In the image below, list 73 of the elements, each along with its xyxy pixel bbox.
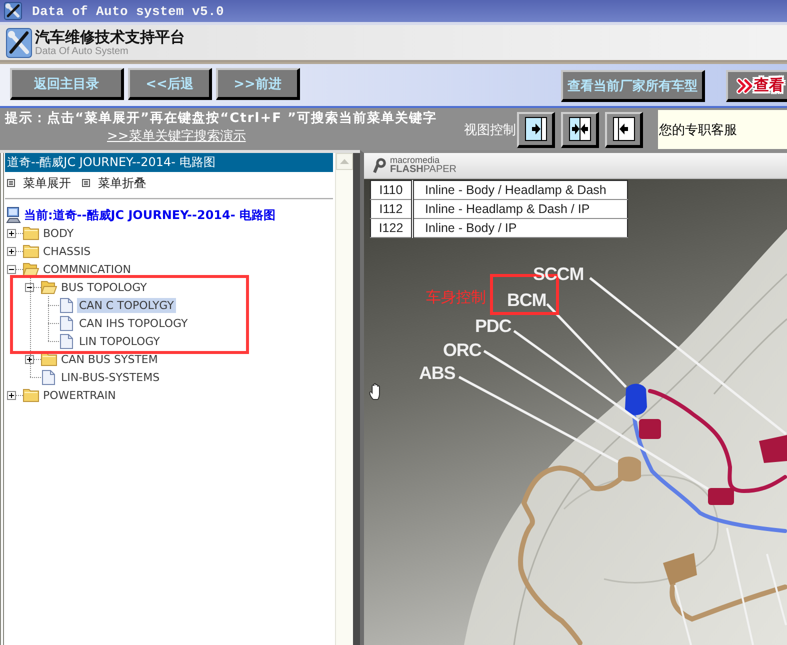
window-title: Data of Auto system v5.0 — [32, 4, 224, 18]
view-button[interactable] — [561, 112, 599, 148]
arrow-left-bar-icon — [612, 117, 634, 141]
open-folder-icon — [23, 262, 39, 276]
callout-label: ORC — [443, 341, 482, 359]
tree-item[interactable]: CAN C TOPOLYGY — [77, 298, 176, 312]
tree-root-label: 当前:道奇--酷威JC JOURNEY--2014- 电路图 — [24, 206, 276, 224]
tree-item[interactable]: CHASSIS — [41, 244, 93, 258]
hand-cursor-icon — [369, 383, 383, 400]
service-text: 您的专职客服 — [658, 122, 737, 138]
expand-toggle[interactable] — [7, 264, 16, 274]
connector-plug — [759, 435, 787, 463]
tree-item[interactable]: CAN IHS TOPOLOGY — [77, 316, 190, 330]
view-button[interactable] — [517, 112, 555, 148]
page-icon — [42, 370, 55, 384]
hint-text: 提示：点击“菜单展开”再在键盘按“Ctrl+F ”可搜索当前菜单关键字 — [5, 110, 438, 127]
open-folder-icon — [41, 280, 57, 294]
double-chevron-icon — [736, 78, 754, 94]
connector-plug — [618, 456, 641, 482]
view-button[interactable] — [605, 112, 643, 148]
tree-item[interactable]: LIN TOPOLOGY — [77, 334, 162, 348]
table-cell: I112 — [370, 200, 412, 218]
list-icon — [7, 179, 15, 187]
callout-label: SCCM — [533, 265, 584, 283]
table-cell: I122 — [370, 218, 412, 238]
wrench-screwdriver-icon — [4, 2, 22, 20]
tree-item[interactable]: CAN BUS SYSTEM — [59, 352, 160, 366]
app-title: 汽车维修技术支持平台 — [35, 28, 185, 46]
expand-toggle[interactable] — [7, 246, 16, 256]
expand-all-link[interactable]: 菜单展开 — [7, 174, 71, 192]
logo-caption: macromedia — [390, 156, 441, 165]
mounting-bracket — [663, 553, 697, 585]
page-icon — [60, 334, 73, 348]
tree-item[interactable]: POWERTRAIN — [41, 388, 118, 402]
folder-icon — [23, 244, 39, 258]
control-module — [625, 384, 647, 416]
leader-line — [674, 584, 692, 645]
computer-icon — [6, 207, 21, 223]
up-arrow-icon — [340, 159, 349, 164]
folder-icon — [41, 352, 57, 366]
collapse-all-link[interactable]: 菜单折叠 — [82, 174, 146, 192]
tree-item[interactable]: BODY — [41, 226, 76, 240]
callout-label: PDC — [475, 317, 512, 335]
table-cell: Inline - Headlamp & Dash / IP — [412, 200, 628, 218]
expand-toggle[interactable] — [25, 282, 34, 292]
logo-icon — [371, 158, 387, 173]
connector-plug — [639, 419, 661, 439]
sidebar-header: 道奇--酷威JC JOURNEY--2014- 电路图 — [5, 153, 333, 172]
logo-wordmark: FLASHPAPER — [390, 165, 457, 175]
wrench-screwdriver-logo-icon — [6, 28, 32, 58]
app-subtitle: Data Of Auto System — [35, 46, 130, 57]
list-icon — [82, 179, 90, 187]
arrow-right-bar-icon — [524, 117, 546, 141]
folder-icon — [23, 226, 39, 240]
tree-item[interactable]: COMMNICATION — [41, 262, 133, 276]
expand-toggle[interactable] — [25, 354, 34, 364]
connector-plug — [708, 488, 734, 505]
annotation-text: 车身控制 — [426, 289, 486, 305]
expand-toggle[interactable] — [7, 228, 16, 238]
page-icon — [60, 298, 73, 312]
tree-item[interactable]: LIN-BUS-SYSTEMS — [59, 370, 162, 384]
leader-line — [766, 554, 787, 626]
callout-label: BCM — [507, 291, 546, 309]
tree-item[interactable]: BUS TOPOLOGY — [59, 280, 149, 294]
folder-icon — [23, 388, 39, 402]
table-cell: Inline - Body / Headlamp & Dash — [412, 180, 628, 200]
arrows-inward-bar-icon — [568, 117, 590, 141]
table-cell: Inline - Body / IP — [412, 218, 628, 238]
table-cell: I110 — [370, 180, 412, 200]
callout-label: ABS — [419, 364, 456, 382]
page-icon — [60, 316, 73, 330]
expand-toggle[interactable] — [7, 390, 16, 400]
view-control-label: 视图控制 — [464, 122, 516, 138]
